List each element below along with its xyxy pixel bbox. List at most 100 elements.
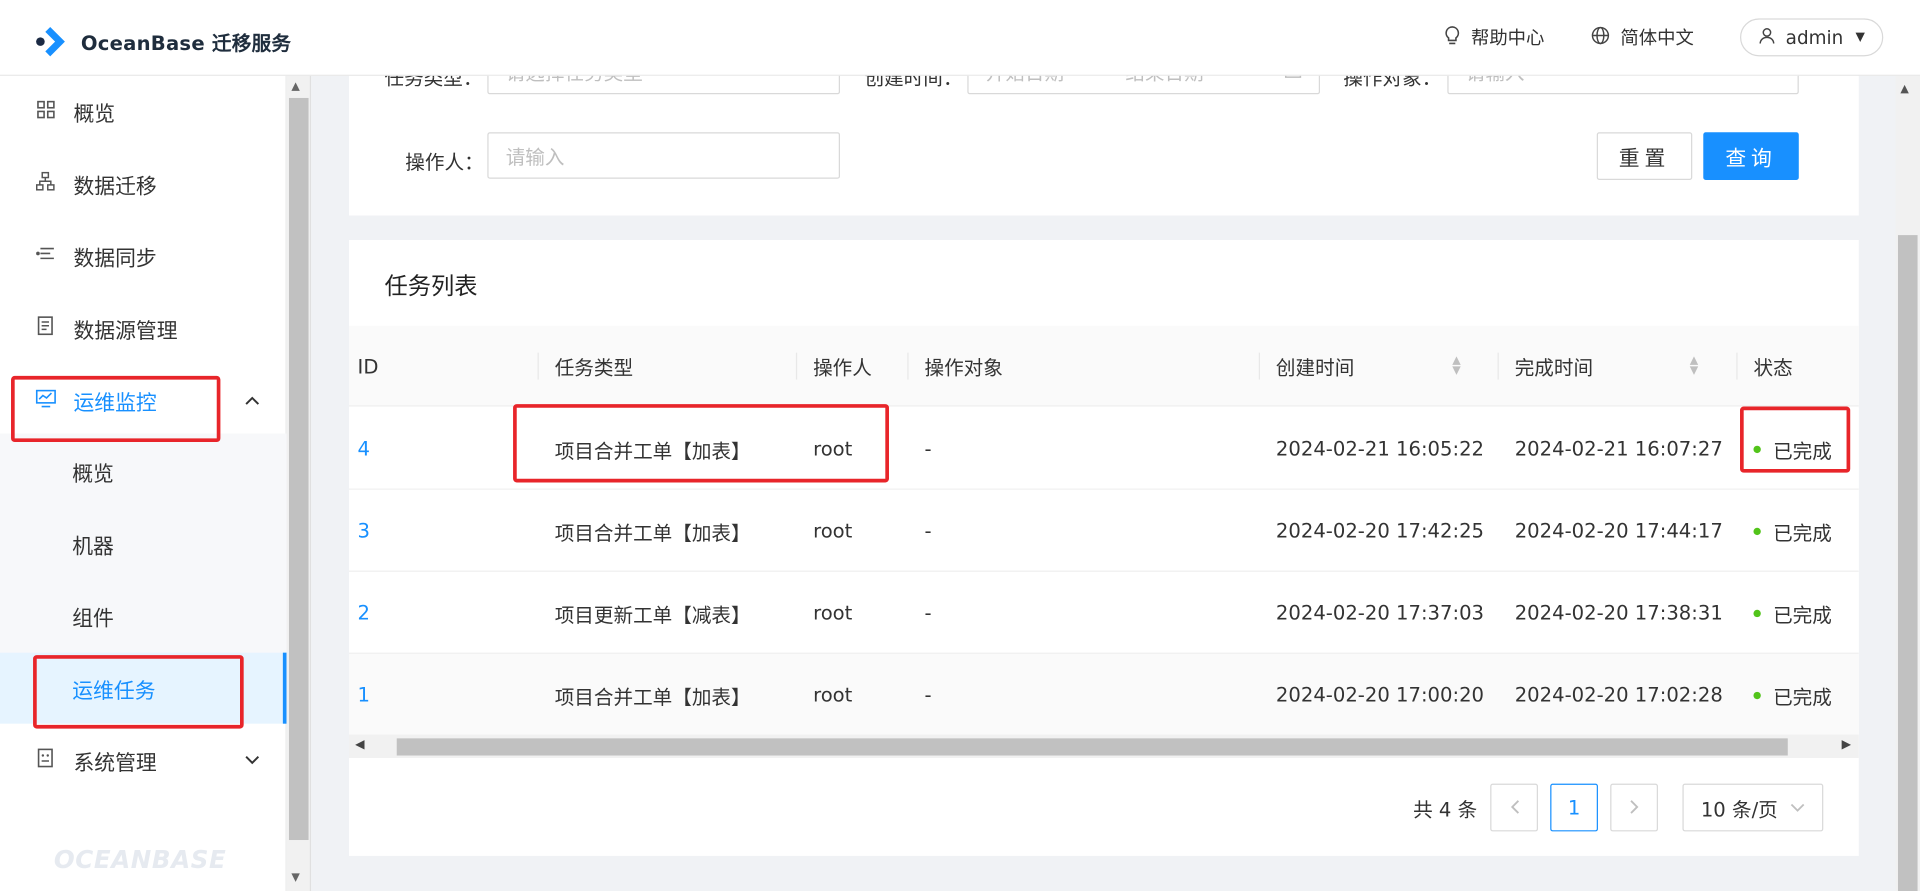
column-header-id: ID	[357, 354, 379, 378]
status-cell: 已完成	[1753, 490, 1832, 572]
system-icon	[34, 748, 56, 772]
end-date-input[interactable]: 结束日期	[1125, 76, 1203, 86]
total-count: 共 4 条	[1413, 797, 1478, 822]
sidebar-subitem-label: 概览	[72, 462, 114, 487]
status-badge: 已完成	[1773, 521, 1832, 545]
task-type-cell: 项目更新工单【减表】	[554, 603, 751, 627]
sidebar-subitem-machines[interactable]: 机器	[0, 508, 287, 579]
sidebar-scrollbar[interactable]: ▲ ▼	[286, 75, 312, 891]
help-center-label: 帮助中心	[1470, 26, 1545, 49]
column-header-label: 任务类型	[554, 356, 634, 380]
language-switcher[interactable]: 简体中文	[1591, 24, 1694, 50]
object-cell: -	[924, 683, 932, 707]
globe-icon	[1591, 25, 1611, 49]
reset-button[interactable]: 重置	[1596, 132, 1693, 181]
page-scrollbar[interactable]: ▲	[1895, 75, 1920, 891]
language-label: 简体中文	[1620, 26, 1694, 49]
scroll-down-icon[interactable]: ▼	[291, 872, 299, 884]
page-size-select[interactable]: 10 条/页	[1682, 783, 1824, 832]
task-type-select[interactable]: 请选择任务类型	[487, 75, 841, 95]
sidebar-item-label: 数据迁移	[73, 174, 157, 199]
column-divider	[1497, 352, 1499, 380]
monitor-icon	[34, 389, 56, 412]
created-date-range[interactable]: 开始日期 结束日期	[967, 75, 1321, 95]
sidebar-item-label: 运维监控	[73, 391, 157, 416]
operator-input[interactable]: 请输入	[487, 132, 841, 179]
status-dot-icon	[1753, 609, 1761, 617]
column-header-label: 操作对象	[924, 356, 1003, 380]
dashboard-grid-icon	[34, 100, 56, 123]
table-row: 4 项目合并工单【加表】 root - 2024-02-21 16:05:22 …	[348, 407, 1859, 490]
task-id-link[interactable]: 1	[358, 654, 370, 735]
table-row: 1 项目合并工单【加表】 root - 2024-02-20 17:00:20 …	[348, 653, 1859, 735]
operator-label: 操作人：	[405, 150, 484, 174]
footer-logo: OCEANBASE	[53, 844, 227, 875]
start-date-input[interactable]: 开始日期	[986, 76, 1064, 86]
sidebar-item-overview[interactable]: 概览	[0, 76, 287, 147]
object-cell: -	[924, 519, 932, 543]
query-button[interactable]: 查询	[1703, 132, 1799, 181]
operator-cell: root	[813, 437, 853, 461]
header-actions: 帮助中心 简体中文 admin ▼	[1444, 18, 1884, 57]
chevron-right-icon	[1629, 796, 1639, 819]
sidebar-item-label: 数据源管理	[73, 318, 178, 344]
sidebar-scroll-thumb[interactable]	[288, 97, 309, 841]
sidebar-subitem-label: 组件	[72, 606, 114, 632]
sidebar-subitem-overview[interactable]: 概览	[0, 436, 287, 507]
sidebar-item-ops-monitor[interactable]: 运维监控	[0, 365, 287, 436]
task-table: ID 任务类型 操作人 操作对象 创建时间 ▲ ▼ 完成时间 ▲ ▼ 状态 4 项目…	[348, 325, 1859, 735]
sidebar-item-data-sync[interactable]: 数据同步	[0, 220, 287, 291]
task-id-link[interactable]: 4	[358, 408, 370, 490]
user-menu[interactable]: admin ▼	[1740, 18, 1884, 57]
finished-cell: 2024-02-20 17:44:17	[1514, 519, 1723, 543]
next-page-button[interactable]	[1610, 783, 1658, 832]
column-header-label: 完成时间	[1514, 356, 1594, 380]
task-id-link[interactable]: 2	[358, 572, 370, 654]
sort-created-icon[interactable]: ▲ ▼	[1452, 356, 1460, 377]
created-time-label: 创建时间：	[864, 75, 963, 90]
app-logo[interactable]: OceanBase 迁移服务	[34, 23, 291, 60]
status-dot-icon	[1753, 527, 1761, 535]
task-type-label: 任务类型：	[384, 75, 483, 90]
column-header-label: 状态	[1753, 356, 1793, 380]
object-input[interactable]: 请输入	[1447, 75, 1799, 95]
page-scroll-thumb[interactable]	[1897, 235, 1918, 891]
chevron-down-icon	[245, 752, 260, 769]
table-scroll-thumb[interactable]	[396, 738, 1788, 756]
sidebar-subitem-components[interactable]: 组件	[0, 580, 287, 651]
finished-cell: 2024-02-21 16:07:27	[1514, 437, 1723, 461]
column-header-created[interactable]: 创建时间	[1258, 326, 1354, 407]
column-header-operator: 操作人	[795, 326, 872, 407]
scroll-left-icon[interactable]: ◀	[355, 738, 364, 751]
datasource-icon	[34, 316, 56, 340]
page-number-current[interactable]: 1	[1550, 783, 1598, 832]
task-type-cell: 项目合并工单【加表】	[554, 521, 751, 545]
page-size-value: 10 条/页	[1700, 797, 1778, 822]
status-cell: 已完成	[1753, 572, 1832, 654]
user-icon	[1759, 26, 1776, 48]
column-header-object: 操作对象	[907, 326, 1003, 407]
migration-tree-icon	[34, 171, 56, 195]
sidebar-item-label: 系统管理	[73, 751, 157, 776]
status-badge: 已完成	[1773, 438, 1832, 463]
table-horizontal-scrollbar[interactable]: ◀ ▶	[348, 734, 1859, 758]
table-row: 3 项目合并工单【加表】 root - 2024-02-20 17:42:25 …	[348, 489, 1859, 572]
scroll-right-icon[interactable]: ▶	[1842, 738, 1851, 751]
prev-page-button[interactable]	[1490, 783, 1538, 832]
sidebar-subitem-ops-tasks[interactable]: 运维任务	[0, 652, 287, 724]
table-header: ID 任务类型 操作人 操作对象 创建时间 ▲ ▼ 完成时间 ▲ ▼ 状态	[348, 325, 1859, 407]
created-cell: 2024-02-20 17:42:25	[1275, 519, 1485, 543]
sort-finished-icon[interactable]: ▲ ▼	[1690, 356, 1698, 377]
chevron-down-icon	[1790, 799, 1805, 816]
status-cell: 已完成	[1753, 408, 1832, 490]
column-header-status: 状态	[1736, 326, 1793, 407]
column-header-finished[interactable]: 完成时间	[1497, 326, 1594, 407]
sidebar-item-data-migration[interactable]: 数据迁移	[0, 148, 287, 219]
scroll-up-icon[interactable]: ▲	[1900, 83, 1908, 95]
sidebar-item-system[interactable]: 系统管理	[0, 725, 287, 796]
task-id-link[interactable]: 3	[358, 490, 370, 572]
scroll-up-icon[interactable]: ▲	[291, 81, 299, 93]
sync-icon	[34, 245, 56, 267]
sidebar-item-datasource[interactable]: 数据源管理	[0, 293, 287, 364]
help-center-link[interactable]: 帮助中心	[1444, 24, 1544, 50]
